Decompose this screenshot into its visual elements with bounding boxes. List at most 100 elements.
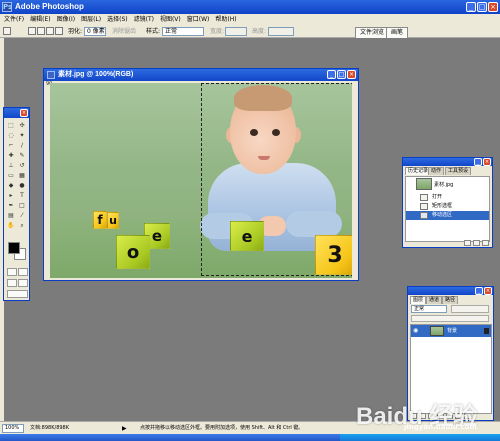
healing-brush-icon[interactable]: ✚: [6, 151, 16, 160]
tool-grid: ⬚ ✣ ◌ ✦ ⌐ ∕ ✚ ✎ ⊥ ↺ ▭ ▦ ◆ ● ▸ T ✒ □ ▤ ⁄ …: [6, 121, 27, 230]
menu-layer[interactable]: 图层(L): [79, 14, 105, 25]
new-selection-button[interactable]: [28, 27, 36, 35]
tab-layers[interactable]: 图层: [410, 296, 427, 304]
menu-filter[interactable]: 滤镜(T): [132, 14, 158, 25]
tab-paths[interactable]: 路径: [442, 296, 459, 304]
minimize-icon[interactable]: _: [475, 287, 483, 295]
marquee-tool-icon[interactable]: ⬚: [6, 121, 16, 130]
close-icon[interactable]: ×: [484, 287, 492, 295]
quick-mask-button[interactable]: [18, 268, 28, 276]
screen-mode-button[interactable]: [7, 279, 17, 287]
fill-lock-row[interactable]: [411, 315, 489, 322]
document-titlebar[interactable]: 素材.jpg @ 100%(RGB) _ □ ×: [44, 69, 358, 81]
path-select-icon[interactable]: ▸: [6, 191, 16, 200]
history-brush-icon[interactable]: ↺: [17, 161, 27, 170]
menu-file[interactable]: 文件(F): [2, 14, 28, 25]
standard-mode-button[interactable]: [7, 268, 17, 276]
menu-edit[interactable]: 编辑(E): [28, 14, 54, 25]
tab-actions[interactable]: 动作: [428, 167, 445, 175]
menu-view[interactable]: 视图(V): [158, 14, 185, 25]
block-u: u: [107, 212, 119, 229]
feather-input[interactable]: 0 像素: [84, 27, 106, 36]
hand-tool-icon[interactable]: ✋: [6, 221, 16, 230]
layers-titlebar[interactable]: _ ×: [408, 287, 493, 295]
app-titlebar: Ps Adobe Photoshop _ □ ×: [0, 0, 500, 14]
opacity-field[interactable]: [451, 305, 489, 313]
menu-select[interactable]: 选择(S): [105, 14, 132, 25]
menu-bar: 文件(F) 编辑(E) 图像(I) 图层(L) 选择(S) 滤镜(T) 视图(V…: [0, 14, 500, 25]
history-snapshot-thumbnail[interactable]: [416, 178, 432, 190]
document-window[interactable]: 素材.jpg @ 100%(RGB) _ □ × 90 f u e e o 3: [43, 68, 359, 281]
new-document-icon[interactable]: [464, 240, 471, 246]
minimize-icon[interactable]: _: [327, 70, 336, 79]
height-input[interactable]: [268, 27, 294, 36]
intersect-selection-button[interactable]: [55, 27, 63, 35]
gradient-tool-icon[interactable]: ▦: [17, 171, 27, 180]
history-item[interactable]: 打开: [406, 193, 489, 202]
status-menu-arrow-icon[interactable]: ▶: [122, 424, 127, 433]
zoom-tool-icon[interactable]: ⌕: [17, 221, 27, 230]
new-snapshot-icon[interactable]: [473, 240, 480, 246]
history-list: 素材.jpg 打开 矩形选框 移动选区: [405, 176, 490, 242]
jump-to-imageready-button[interactable]: [7, 290, 28, 298]
close-icon[interactable]: ×: [488, 2, 498, 12]
dodge-tool-icon[interactable]: ●: [17, 181, 27, 190]
menu-help[interactable]: 帮助(H): [213, 14, 240, 25]
watermark-url: jingyan.baidu.com: [404, 423, 477, 431]
stamp-tool-icon[interactable]: ⊥: [6, 161, 16, 170]
history-snapshot-label[interactable]: 素材.jpg: [434, 181, 453, 188]
history-step-icon: [420, 203, 428, 210]
tab-file-browser[interactable]: 文件浏览: [355, 27, 390, 38]
history-item[interactable]: 矩形选框: [406, 202, 489, 211]
history-item-label: 移动选区: [432, 212, 453, 218]
eraser-tool-icon[interactable]: ▭: [6, 171, 16, 180]
selection-marquee[interactable]: [201, 83, 352, 276]
toolbox-titlebar[interactable]: ×: [4, 108, 29, 118]
feather-label: 羽化:: [68, 28, 83, 35]
maximize-icon[interactable]: □: [337, 70, 346, 79]
brush-tool-icon[interactable]: ✎: [17, 151, 27, 160]
slice-tool-icon[interactable]: ∕: [17, 141, 27, 150]
fullscreen-mode-button[interactable]: [18, 279, 28, 287]
blur-tool-icon[interactable]: ◆: [6, 181, 16, 190]
pen-tool-icon[interactable]: ✒: [6, 201, 16, 210]
window-controls: _ □ ×: [466, 2, 498, 12]
antialias-checkbox[interactable]: 消除锯齿: [112, 27, 136, 36]
lasso-tool-icon[interactable]: ◌: [6, 131, 16, 140]
height-label: 高度:: [252, 28, 267, 35]
minimize-icon[interactable]: _: [466, 2, 476, 12]
trash-icon[interactable]: [482, 240, 489, 246]
history-item-selected[interactable]: 移动选区: [406, 211, 489, 220]
subtract-selection-button[interactable]: [46, 27, 54, 35]
close-icon[interactable]: ×: [20, 109, 28, 117]
minimize-icon[interactable]: _: [474, 158, 482, 166]
marquee-tool-icon[interactable]: [3, 27, 11, 35]
style-select[interactable]: 正常: [162, 27, 204, 36]
tab-brushes[interactable]: 画笔: [386, 27, 409, 38]
tab-tool-presets[interactable]: 工具预设: [445, 167, 472, 175]
close-icon[interactable]: ×: [483, 158, 491, 166]
foreground-color-swatch[interactable]: [8, 242, 20, 254]
crop-tool-icon[interactable]: ⌐: [6, 141, 16, 150]
type-tool-icon[interactable]: T: [17, 191, 27, 200]
image-canvas[interactable]: f u e e o 3: [50, 83, 352, 278]
add-selection-button[interactable]: [37, 27, 45, 35]
eye-icon[interactable]: ◉: [413, 328, 421, 334]
width-input[interactable]: [225, 27, 247, 36]
maximize-icon[interactable]: □: [477, 2, 487, 12]
eyedropper-tool-icon[interactable]: ⁄: [17, 211, 27, 220]
document-size[interactable]: 文档:898K/898K: [30, 424, 69, 433]
history-step-icon: [420, 212, 428, 219]
layer-row-selected[interactable]: ◉ 背景: [411, 325, 491, 337]
blend-mode-select[interactable]: 正常: [411, 305, 447, 313]
close-icon[interactable]: ×: [347, 70, 356, 79]
notes-tool-icon[interactable]: ▤: [6, 211, 16, 220]
history-titlebar[interactable]: _ ×: [403, 158, 492, 166]
magic-wand-tool-icon[interactable]: ✦: [17, 131, 27, 140]
menu-image[interactable]: 图像(I): [55, 14, 79, 25]
shape-tool-icon[interactable]: □: [17, 201, 27, 210]
move-tool-icon[interactable]: ✣: [17, 121, 27, 130]
zoom-field[interactable]: 100%: [2, 424, 24, 433]
tab-channels[interactable]: 通道: [426, 296, 443, 304]
menu-window[interactable]: 窗口(W): [185, 14, 214, 25]
